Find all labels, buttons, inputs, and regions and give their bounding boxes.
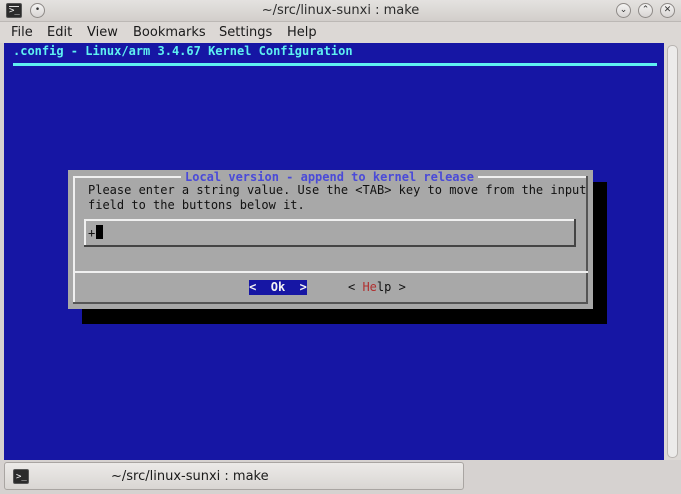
- help-button-rest: lp >: [376, 280, 406, 294]
- taskbar-window-button[interactable]: >_ ~/src/linux-sunxi : make: [4, 462, 464, 490]
- terminal-screen[interactable]: .config - Linux/arm 3.4.67 Kernel Config…: [4, 43, 664, 460]
- text-cursor: [96, 225, 103, 239]
- dialog-border: [73, 176, 75, 304]
- taskbar-window-label: ~/src/linux-sunxi : make: [111, 469, 269, 484]
- input-border: [574, 219, 576, 247]
- menu-view[interactable]: View: [87, 25, 118, 40]
- dialog-prompt: Please enter a string value. Use the <TA…: [88, 183, 587, 212]
- local-version-input[interactable]: +: [84, 219, 576, 247]
- input-border: [84, 219, 86, 247]
- menu-help[interactable]: Help: [287, 25, 317, 40]
- ok-button[interactable]: < Ok >: [249, 280, 307, 295]
- taskbar: >_ ~/src/linux-sunxi : make: [0, 460, 681, 494]
- dialog-title: Local version - append to kernel release: [181, 170, 478, 184]
- window-titlebar[interactable]: >_ • ~/src/linux-sunxi : make ⌄ ⌃ ✕: [0, 0, 681, 22]
- local-version-dialog: Local version - append to kernel release…: [68, 170, 593, 309]
- close-button[interactable]: ✕: [660, 3, 675, 18]
- help-button[interactable]: < Help >: [348, 280, 406, 295]
- scrollbar-track[interactable]: [667, 45, 678, 458]
- menu-edit[interactable]: Edit: [47, 25, 72, 40]
- menu-bookmarks[interactable]: Bookmarks: [133, 25, 206, 40]
- minimize-button[interactable]: ⌄: [616, 3, 631, 18]
- help-button-hotkey: He: [362, 280, 377, 294]
- window-title: ~/src/linux-sunxi : make: [261, 3, 420, 18]
- dialog-border: [73, 302, 588, 304]
- input-border: [84, 219, 576, 221]
- menu-file[interactable]: File: [11, 25, 33, 40]
- config-header: .config - Linux/arm 3.4.67 Kernel Config…: [13, 44, 353, 58]
- maximize-button[interactable]: ⌃: [638, 3, 653, 18]
- menu-settings[interactable]: Settings: [219, 25, 272, 40]
- terminal-scrollbar[interactable]: [664, 43, 681, 460]
- menu-bar: File Edit View Bookmarks Settings Help: [0, 22, 681, 43]
- terminal-icon-glyph: >_: [16, 472, 27, 482]
- header-rule: [13, 63, 657, 66]
- input-value[interactable]: +: [88, 226, 95, 240]
- input-border: [84, 245, 576, 247]
- terminal-icon: >_: [13, 469, 29, 484]
- help-button-prefix: <: [348, 280, 363, 294]
- button-separator: [73, 271, 588, 273]
